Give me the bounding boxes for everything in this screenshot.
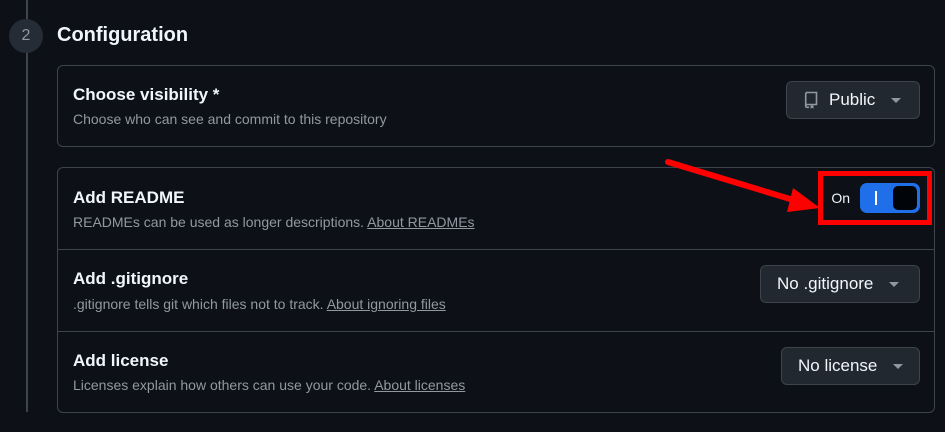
license-selected-label: No license xyxy=(798,356,878,375)
visibility-description: Choose who can see and commit to this re… xyxy=(73,111,387,127)
gitignore-selected-label: No .gitignore xyxy=(777,274,874,293)
visibility-panel: Choose visibility * Choose who can see a… xyxy=(57,65,935,147)
visibility-title: Choose visibility * xyxy=(73,85,220,104)
visibility-select-button[interactable]: Public xyxy=(786,81,920,119)
gitignore-row: Add .gitignore .gitignore tells git whic… xyxy=(58,249,934,331)
license-description-text: Licenses explain how others can use your… xyxy=(73,377,372,393)
repo-icon xyxy=(803,91,819,109)
readme-description: READMEs can be used as longer descriptio… xyxy=(73,214,475,230)
chevron-down-icon xyxy=(893,363,904,369)
gitignore-select-button[interactable]: No .gitignore xyxy=(760,265,920,303)
repository-configuration-page: 2 Configuration Choose visibility * Choo… xyxy=(0,0,945,432)
readme-description-text: READMEs can be used as longer descriptio… xyxy=(73,214,365,230)
visibility-selected-label: Public xyxy=(829,90,876,109)
gitignore-title: Add .gitignore xyxy=(73,269,189,288)
about-licenses-link[interactable]: About licenses xyxy=(374,377,465,393)
annotation-arrow-icon xyxy=(665,159,820,212)
timeline-line xyxy=(26,0,28,412)
gitignore-description: .gitignore tells git which files not to … xyxy=(73,296,446,312)
chevron-down-icon xyxy=(889,281,900,287)
about-ignoring-files-link[interactable]: About ignoring files xyxy=(327,296,446,312)
annotation-highlight-box xyxy=(818,171,932,225)
section-title: Configuration xyxy=(57,24,189,46)
about-readmes-link[interactable]: About READMEs xyxy=(367,214,474,230)
readme-title: Add README xyxy=(73,188,185,207)
license-row: Add license Licenses explain how others … xyxy=(58,331,934,413)
license-title: Add license xyxy=(73,351,169,370)
license-description: Licenses explain how others can use your… xyxy=(73,377,465,393)
step-number-badge: 2 xyxy=(9,19,43,53)
chevron-down-icon xyxy=(891,97,902,103)
gitignore-description-text: .gitignore tells git which files not to … xyxy=(73,296,324,312)
license-select-button[interactable]: No license xyxy=(781,347,920,385)
